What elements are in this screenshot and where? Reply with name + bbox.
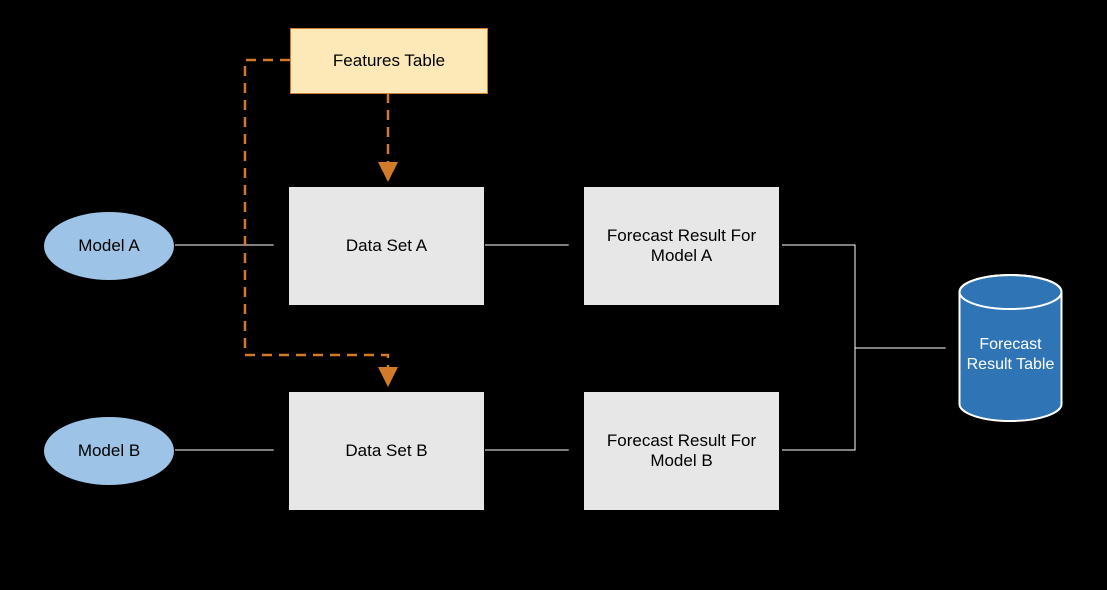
- model-b-label: Model B: [78, 441, 140, 461]
- forecast-b-box: Forecast Result For Model B: [583, 391, 780, 511]
- edges-layer: [0, 0, 1107, 590]
- dataset-b-box: Data Set B: [288, 391, 485, 511]
- forecast-result-cylinder: Forecast Result Table: [958, 274, 1063, 422]
- model-a-ellipse: Model A: [43, 211, 175, 281]
- dataset-a-box: Data Set A: [288, 186, 485, 306]
- features-table-label: Features Table: [333, 51, 445, 71]
- dataset-b-label: Data Set B: [345, 441, 427, 461]
- features-table-box: Features Table: [290, 28, 488, 94]
- forecast-a-label: Forecast Result For Model A: [584, 226, 779, 266]
- dataset-a-label: Data Set A: [346, 236, 427, 256]
- edge-forecastB-merge: [782, 348, 855, 450]
- model-b-ellipse: Model B: [43, 416, 175, 486]
- forecast-b-label: Forecast Result For Model B: [584, 431, 779, 471]
- model-a-label: Model A: [78, 236, 139, 256]
- forecast-a-box: Forecast Result For Model A: [583, 186, 780, 306]
- forecast-result-table-label: Forecast Result Table: [958, 335, 1063, 375]
- edge-forecastA-merge: [782, 245, 855, 348]
